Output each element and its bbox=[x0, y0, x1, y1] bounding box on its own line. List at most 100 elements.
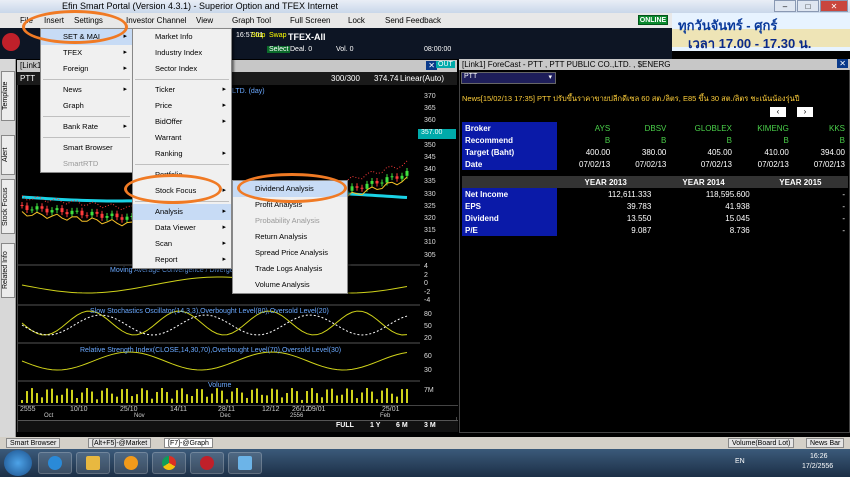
taskbar-chrome[interactable] bbox=[152, 452, 186, 474]
clock-date[interactable]: 17/2/2556 bbox=[802, 463, 833, 470]
period-1y[interactable]: 1 Y bbox=[370, 422, 380, 429]
volume-bar bbox=[176, 390, 178, 403]
menu-item-bank-rate[interactable]: Bank Rate ▸ bbox=[41, 119, 132, 135]
date-tick: 25/10 bbox=[120, 406, 138, 413]
menu-item-ranking[interactable]: Ranking ▸ bbox=[133, 146, 231, 162]
volume-bar bbox=[356, 398, 358, 403]
menu-full-screen[interactable]: Full Screen bbox=[290, 16, 330, 25]
table-row: P/E 9.087 8.736 - bbox=[462, 224, 848, 236]
window-title: Efin Smart Portal (Version 4.3.1) - Supe… bbox=[62, 1, 338, 11]
volume-bar bbox=[226, 399, 228, 403]
swap-button[interactable]: Swap bbox=[269, 32, 287, 39]
menu-item-trade-logs-analysis[interactable]: Trade Logs Analysis bbox=[233, 261, 347, 277]
prev-arrow-icon[interactable]: ‹ bbox=[770, 107, 786, 117]
menu-item-sector-index[interactable]: Sector Index bbox=[133, 61, 231, 77]
menu-item-return-analysis[interactable]: Return Analysis bbox=[233, 229, 347, 245]
menu-item-scan[interactable]: Scan ▸ bbox=[133, 236, 231, 252]
maximize-button[interactable]: □ bbox=[797, 0, 819, 12]
volume-bar bbox=[106, 388, 108, 403]
volume-bar bbox=[76, 398, 78, 403]
stop-button[interactable]: Stop bbox=[251, 32, 265, 39]
chart-scale[interactable]: Linear(Auto) bbox=[400, 74, 444, 83]
tab-template[interactable]: Template bbox=[1, 71, 15, 121]
out-button[interactable]: OUT bbox=[436, 61, 455, 68]
tab-related-info[interactable]: Related Info bbox=[1, 243, 15, 298]
menu-item-report[interactable]: Report ▸ bbox=[133, 252, 231, 268]
volume-bar bbox=[121, 389, 123, 403]
menu-item-tfex[interactable]: TFEX ▸ bbox=[41, 45, 132, 61]
menu-item-data-viewer[interactable]: Data Viewer ▸ bbox=[133, 220, 231, 236]
close-button[interactable]: ✕ bbox=[820, 0, 848, 12]
menu-item-spread-price-analysis[interactable]: Spread Price Analysis bbox=[233, 245, 347, 261]
taskbar-explorer[interactable] bbox=[76, 452, 110, 474]
menu-item-smart-browser[interactable]: Smart Browser bbox=[41, 140, 132, 156]
fin-cell: - bbox=[842, 201, 845, 211]
forecast-close-icon[interactable]: ✕ bbox=[837, 59, 848, 68]
menu-item-graph[interactable]: Graph bbox=[41, 98, 132, 114]
status-tab-smart-browser[interactable]: Smart Browser bbox=[6, 438, 61, 448]
forecast-news[interactable]: News[15/02/13 17:35] PTT ปรับขึ้นราคาขาย… bbox=[462, 93, 842, 105]
period-3m[interactable]: 3 M bbox=[424, 422, 436, 429]
fin-label: Net Income bbox=[462, 188, 557, 200]
volume-bar bbox=[281, 397, 283, 403]
menu-item-analysis[interactable]: Analysis ▸ bbox=[133, 204, 231, 220]
period-6m[interactable]: 6 M bbox=[396, 422, 408, 429]
menu-item-market-info[interactable]: Market Info bbox=[133, 29, 231, 45]
tab-alert[interactable]: Alert bbox=[1, 135, 15, 175]
menu-item-ticker[interactable]: Ticker ▸ bbox=[133, 82, 231, 98]
menu-graph-tool[interactable]: Graph Tool bbox=[232, 16, 271, 25]
menu-item-label: Scan bbox=[155, 239, 173, 248]
taskbar-media[interactable] bbox=[114, 452, 148, 474]
chevron-right-icon: ▸ bbox=[222, 86, 226, 93]
next-arrow-icon[interactable]: › bbox=[797, 107, 813, 117]
volume-bar bbox=[21, 400, 23, 403]
menu-separator bbox=[43, 137, 130, 138]
status-tab-market[interactable]: [Alt+F5]-@Market bbox=[88, 438, 152, 448]
volume-bar bbox=[276, 389, 278, 403]
menu-view[interactable]: View bbox=[196, 16, 213, 25]
taskbar-ie[interactable] bbox=[38, 452, 72, 474]
menu-item-volume-analysis[interactable]: Volume Analysis bbox=[233, 277, 347, 293]
recommend-cell: B bbox=[839, 135, 845, 145]
app-logo-icon bbox=[2, 33, 20, 51]
status-tab-graph[interactable]: [F7]-@Graph bbox=[164, 438, 213, 448]
chevron-right-icon: ▸ bbox=[222, 102, 226, 109]
menu-item-news[interactable]: News ▸ bbox=[41, 82, 132, 98]
volume-bar bbox=[146, 390, 148, 403]
forecast-symbol-select[interactable]: PTT ▾ bbox=[461, 72, 556, 84]
clock-time[interactable]: 16:26 bbox=[810, 453, 828, 460]
volume-bar bbox=[216, 388, 218, 403]
date-tick: 14/11 bbox=[170, 406, 187, 413]
tab-stock-focus[interactable]: Stock Focus bbox=[1, 179, 15, 234]
menu-separator bbox=[43, 116, 130, 117]
menu-lock[interactable]: Lock bbox=[348, 16, 365, 25]
menu-item-bidoffer[interactable]: BidOffer ▸ bbox=[133, 114, 231, 130]
menu-item-industry-index[interactable]: Industry Index bbox=[133, 45, 231, 61]
select-button[interactable]: Select bbox=[267, 46, 291, 53]
menu-investor-channel[interactable]: Investor Channel bbox=[126, 16, 186, 25]
price-tick: 305 bbox=[424, 251, 436, 259]
price-tick: 335 bbox=[424, 178, 436, 186]
menu-send-feedback[interactable]: Send Feedback bbox=[385, 16, 441, 25]
language-indicator[interactable]: EN bbox=[735, 458, 745, 465]
date-cell: 07/02/13 bbox=[579, 159, 611, 169]
fin-cell: 41.938 bbox=[725, 201, 750, 211]
minimize-button[interactable]: – bbox=[774, 0, 796, 12]
period-bar: FULL 1 Y 6 M 3 M bbox=[18, 420, 458, 432]
date-tick: 28/11 bbox=[218, 406, 235, 413]
volume-bar bbox=[161, 388, 163, 403]
chart-counter: 300/300 bbox=[331, 74, 360, 83]
price-tick: 345 bbox=[424, 154, 436, 161]
status-volume-board-lot[interactable]: Volume(Board Lot) bbox=[728, 438, 795, 448]
taskbar-app[interactable] bbox=[190, 452, 224, 474]
menu-item-foreign[interactable]: Foreign ▸ bbox=[41, 61, 132, 77]
status-news-bar[interactable]: News Bar bbox=[806, 438, 845, 448]
menu-item-warrant[interactable]: Warrant bbox=[133, 130, 231, 146]
chevron-right-icon: ▸ bbox=[222, 256, 226, 263]
menu-item-price[interactable]: Price ▸ bbox=[133, 98, 231, 114]
taskbar-paint[interactable] bbox=[228, 452, 262, 474]
last-price-box: 357.00 bbox=[418, 129, 456, 139]
period-full[interactable]: FULL bbox=[336, 422, 354, 429]
promo-banner[interactable]: ทุกวันจันทร์ - ศุกร์ เวลา 17.00 - 17.30 … bbox=[672, 13, 850, 51]
start-icon[interactable] bbox=[4, 450, 32, 476]
